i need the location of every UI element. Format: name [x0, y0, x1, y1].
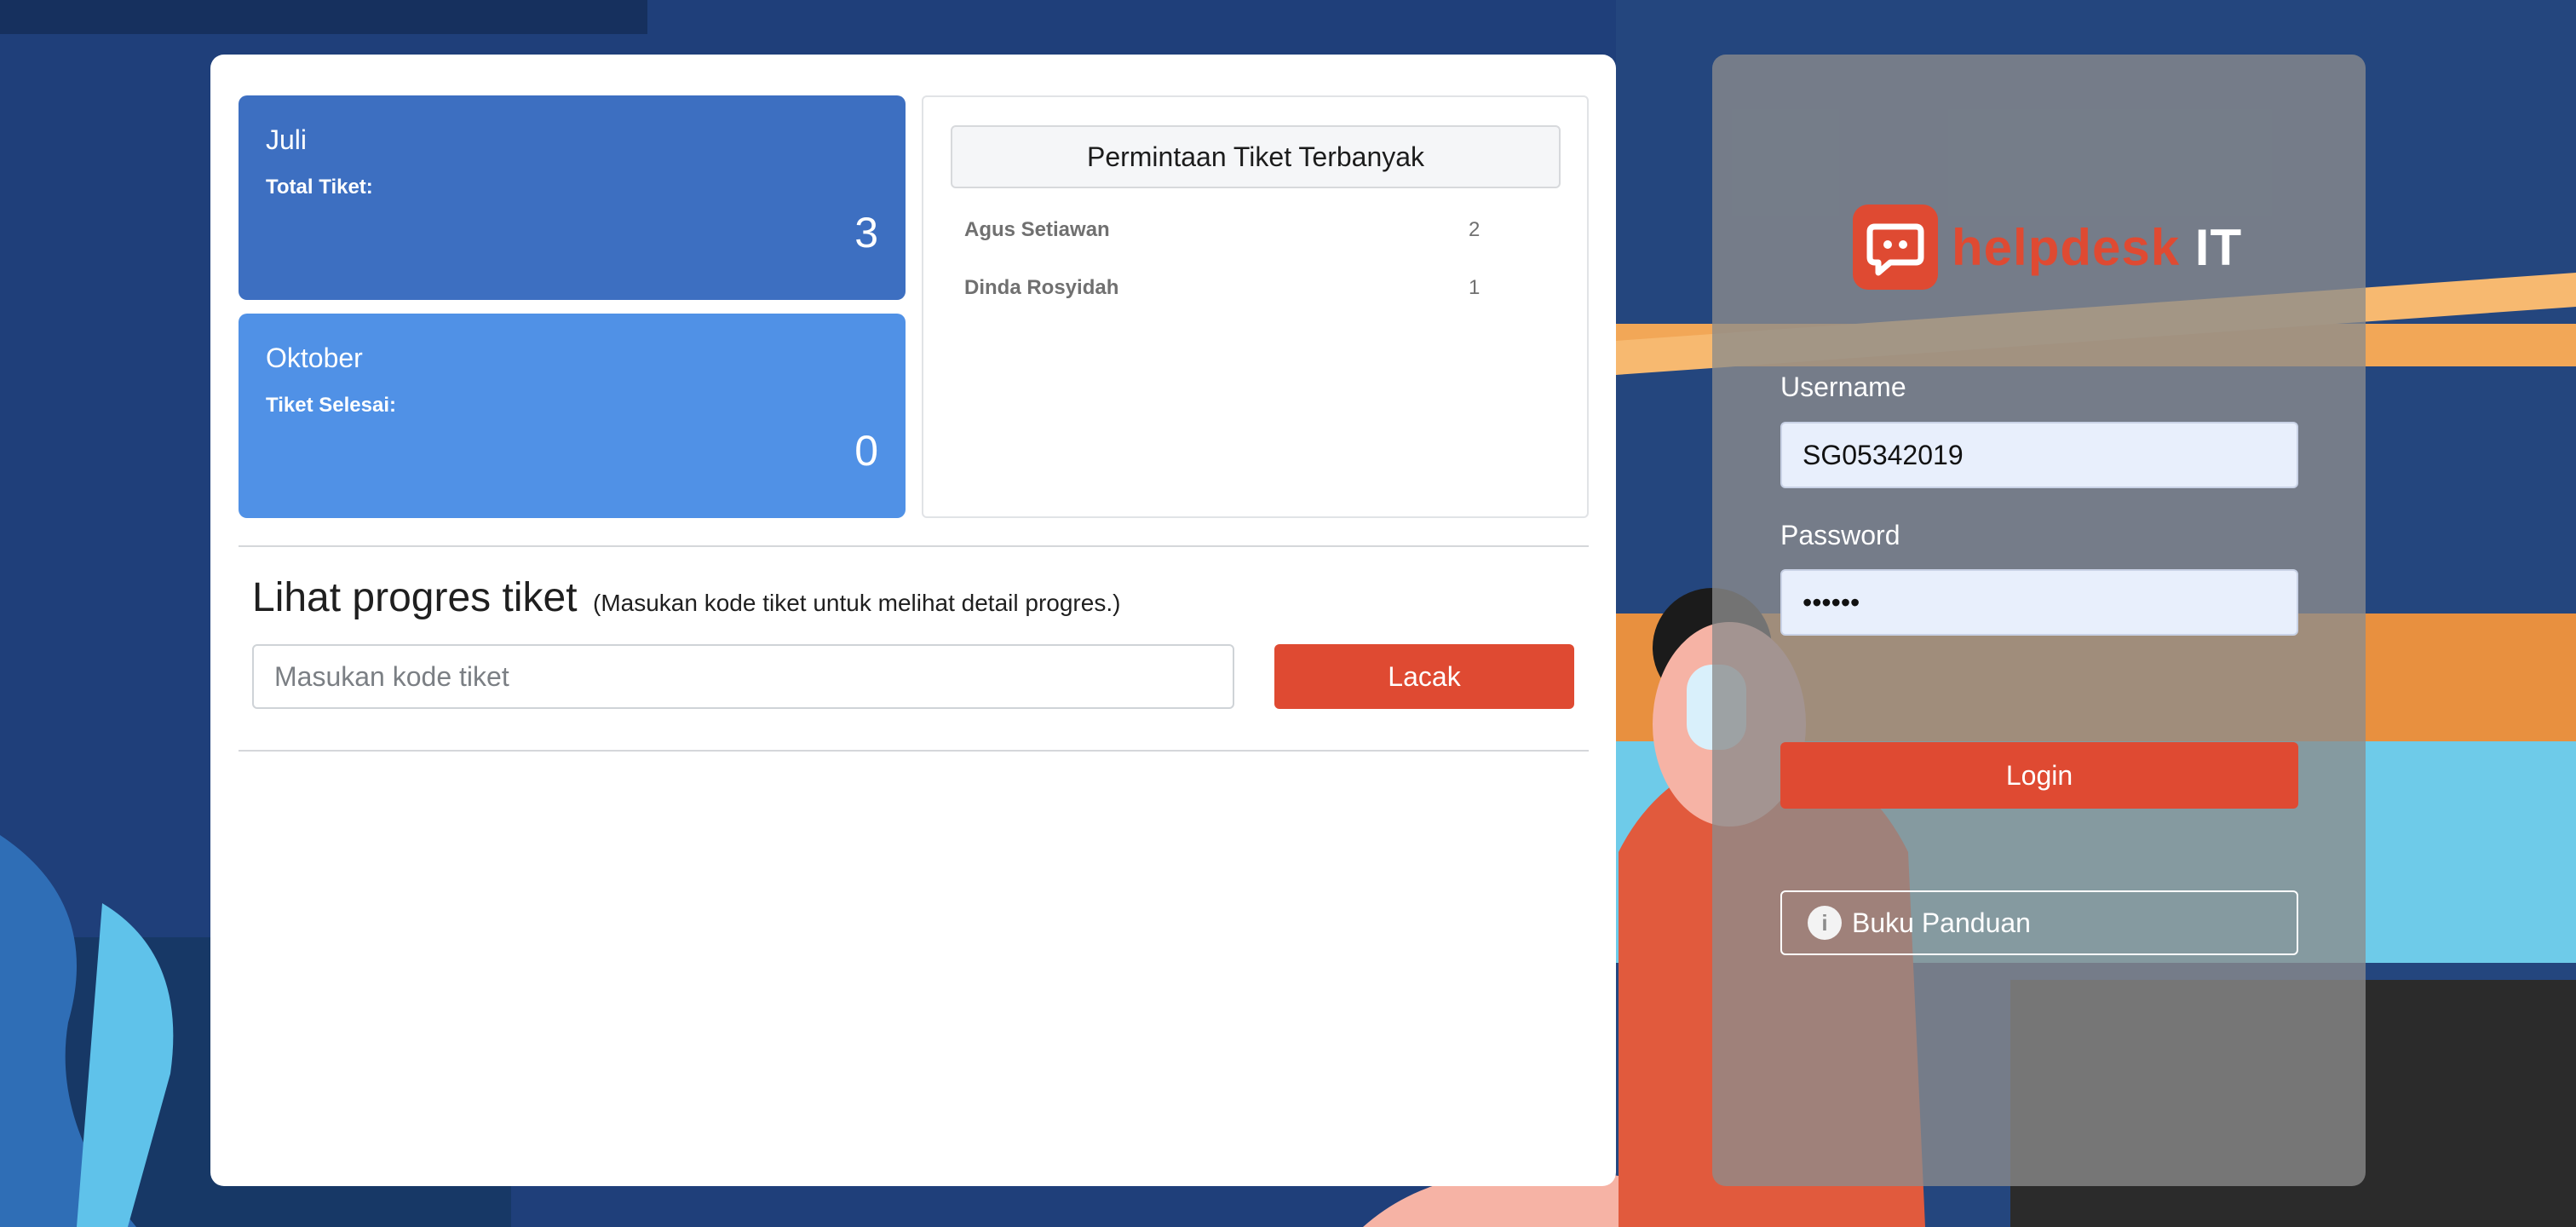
password-label: Password — [1780, 520, 1900, 550]
list-item: Dinda Rosyidah 1 — [964, 276, 1509, 300]
info-icon: i — [1808, 906, 1842, 940]
list-item: Agus Setiawan 2 — [964, 218, 1509, 242]
ticket-code-input[interactable] — [252, 644, 1234, 709]
top-requests-panel: Permintaan Tiket Terbanyak Agus Setiawan… — [922, 95, 1589, 518]
track-button[interactable]: Lacak — [1274, 644, 1574, 709]
logo-suffix: IT — [2194, 218, 2243, 276]
divider — [239, 545, 1589, 547]
stat-value: 0 — [854, 427, 878, 475]
username-label: Username — [1780, 372, 1906, 402]
stat-card-monthly-total: Juli Total Tiket: 3 — [239, 95, 906, 300]
logo: helpdesk IT — [1853, 204, 2242, 290]
track-title: Lihat progres tiket — [252, 575, 578, 620]
requester-name: Dinda Rosyidah — [964, 276, 1119, 299]
guide-button-label: Buku Panduan — [1852, 907, 2031, 938]
request-count: 1 — [1469, 276, 1481, 299]
requester-name: Agus Setiawan — [964, 218, 1110, 241]
track-hint: (Masukan kode tiket untuk melihat detail… — [593, 590, 1121, 616]
chat-bubble-icon — [1853, 204, 1938, 290]
divider — [239, 750, 1589, 752]
stat-card-completed: Oktober Tiket Selesai: 0 — [239, 314, 906, 518]
stat-value: 3 — [854, 209, 878, 256]
guide-button[interactable]: i Buku Panduan — [1780, 890, 2298, 955]
top-requests-title: Permintaan Tiket Terbanyak — [951, 125, 1561, 188]
stat-month: Juli — [266, 124, 308, 155]
logo-brand: helpdesk — [1952, 218, 2181, 276]
stat-label: Tiket Selesai: — [266, 394, 396, 417]
request-count: 2 — [1469, 218, 1481, 241]
password-field[interactable] — [1780, 569, 2298, 636]
logo-text: helpdesk IT — [1952, 218, 2242, 277]
login-button[interactable]: Login — [1780, 742, 2298, 809]
track-heading: Lihat progres tiket (Masukan kode tiket … — [252, 574, 1120, 621]
dashboard-card: Juli Total Tiket: 3 Oktober Tiket Selesa… — [210, 55, 1616, 1186]
username-field[interactable] — [1780, 422, 2298, 488]
stat-label: Total Tiket: — [266, 176, 373, 199]
login-card: helpdesk IT Username Password Login i Bu… — [1712, 55, 2366, 1186]
stat-month: Oktober — [266, 343, 363, 373]
